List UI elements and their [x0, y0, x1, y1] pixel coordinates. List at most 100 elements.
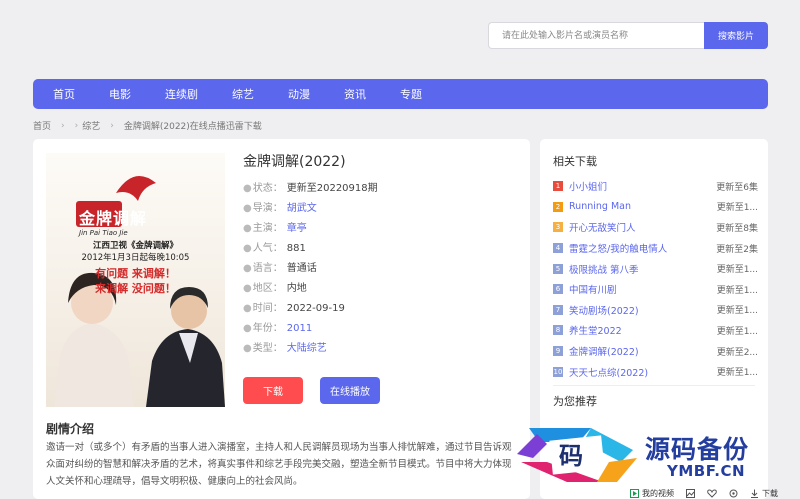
watermark-title: 源码备份: [645, 435, 750, 464]
info-row-year: ●年份： 2011: [243, 323, 313, 334]
director-link[interactable]: 胡武文: [287, 203, 317, 214]
list-item[interactable]: 8 养生堂2022 更新至1...: [553, 320, 758, 341]
rank-number-badge: 6: [553, 284, 563, 295]
watermark: 码 源码备份 YMBF.CN: [517, 422, 790, 486]
list-item-title[interactable]: 金牌调解(2022): [569, 344, 717, 358]
rank-number-badge: 2: [553, 201, 563, 212]
poster-slogan1: 有问题 来调解！: [95, 267, 176, 280]
rank-number-badge: 9: [553, 346, 563, 357]
list-item-status: 更新至2集: [716, 244, 758, 255]
download-button[interactable]: 下载: [243, 377, 303, 404]
list-item[interactable]: 6 中国有川剧 更新至1...: [553, 279, 758, 300]
list-item-status: 更新至1...: [716, 265, 758, 276]
list-item-status: 更新至2...: [716, 347, 758, 358]
image-icon[interactable]: [686, 489, 695, 498]
info-row-popularity: ●人气： 881: [243, 243, 306, 254]
list-item-title[interactable]: 养生堂2022: [569, 323, 717, 337]
intro-heading: 剧情介绍: [46, 422, 95, 436]
list-item-status: 更新至1...: [716, 203, 758, 214]
page-title: 金牌调解(2022): [243, 154, 346, 170]
detail-info: 金牌调解(2022) ●状态： 更新至20220918期 ●导演： 胡武文 ●主演：…: [243, 151, 378, 359]
list-item-status: 更新至1...: [716, 285, 758, 296]
rank-number-badge: 4: [553, 243, 563, 254]
list-item[interactable]: 1 小小姐们 更新至6集: [553, 176, 758, 197]
bottom-download-button[interactable]: 下载: [750, 488, 778, 499]
rank-number-badge: 7: [553, 304, 563, 315]
list-item-status: 更新至6集: [716, 182, 758, 193]
cast-link[interactable]: 章亭: [287, 223, 307, 234]
nav-item-variety[interactable]: 综艺: [232, 86, 254, 102]
rank-number-badge: 8: [553, 325, 563, 336]
video-play-icon: [630, 489, 639, 498]
info-row-cast: ●主演： 章亭: [243, 223, 307, 234]
related-list: 1 小小姐们 更新至6集 2 Running Man 更新至1... 3 开心无敌笑门人 更新至…: [553, 176, 758, 382]
nav-item-topics[interactable]: 专题: [400, 86, 422, 102]
list-item-title[interactable]: 天天七点综(2022): [569, 365, 717, 379]
download-icon: [751, 489, 758, 498]
info-row-language: ●语言： 普通话: [243, 263, 317, 274]
poster-image[interactable]: 金牌调解 Jin Pai Tiao Jie 江西卫视《金牌调解》 2012年1月…: [46, 153, 225, 407]
rank-number-badge: 5: [553, 263, 563, 274]
nav-item-series[interactable]: 连续剧: [165, 86, 198, 102]
intro-text: 邀请一对（或多个）有矛盾的当事人进入演播室，主持人和人民调解员现场为当事人排忧解…: [46, 442, 512, 487]
list-item[interactable]: 2 Running Man 更新至1...: [553, 197, 758, 218]
year-link[interactable]: 2011: [287, 323, 312, 334]
poster-slogan2: 来调解 没问题！: [95, 282, 176, 295]
nav-item-movies[interactable]: 电影: [109, 86, 131, 102]
heart-icon[interactable]: [707, 489, 717, 498]
chevron-right-icon: ›: [74, 120, 79, 131]
nav-item-home[interactable]: 首页: [53, 86, 75, 102]
watermark-domain: YMBF.CN: [667, 462, 746, 480]
list-item-status: 更新至8集: [716, 223, 758, 234]
rank-number-badge: 10: [553, 366, 563, 377]
breadcrumb: 首页 › › 综艺 › 金牌调解(2022)在线点播迅雷下载: [33, 119, 262, 133]
list-item-title[interactable]: 极限挑战 第八季: [569, 262, 717, 276]
list-item[interactable]: 7 笑动剧场(2022) 更新至1...: [553, 300, 758, 321]
info-row-status: ●状态： 更新至20220918期: [243, 183, 378, 194]
breadcrumb-current: 金牌调解(2022)在线点播迅雷下载: [123, 122, 262, 132]
nav-item-news[interactable]: 资讯: [344, 86, 366, 102]
list-item[interactable]: 3 开心无敌笑门人 更新至8集: [553, 217, 758, 238]
list-item-title[interactable]: 中国有川剧: [569, 282, 717, 296]
bottom-toolbar: 我的视频 下载: [630, 488, 800, 499]
nav-item-anime[interactable]: 动漫: [288, 86, 310, 102]
poster-line1: 江西卫视《金牌调解》: [92, 241, 178, 251]
search-input[interactable]: [488, 22, 704, 49]
list-item-status: 更新至1...: [716, 368, 758, 379]
rank-number-badge: 3: [553, 222, 563, 233]
divider: [553, 385, 755, 386]
detail-card: 金牌调解 Jin Pai Tiao Jie 江西卫视《金牌调解》 2012年1月…: [33, 139, 530, 499]
info-row-type: ●类型： 大陆综艺: [243, 343, 327, 354]
list-item[interactable]: 9 金牌调解(2022) 更新至2...: [553, 341, 758, 362]
related-heading: 相关下载: [553, 155, 597, 168]
type-link[interactable]: 大陆综艺: [287, 343, 327, 354]
list-item-status: 更新至1...: [716, 306, 758, 317]
info-row-director: ●导演： 胡武文: [243, 203, 317, 214]
rank-number-badge: 1: [553, 181, 563, 192]
list-item-title[interactable]: 雷霆之怒/我的触电情人: [569, 241, 716, 255]
list-item-status: 更新至1...: [716, 326, 758, 337]
poster-brand: 金牌调解: [79, 209, 148, 228]
recommend-heading: 为您推荐: [553, 395, 597, 408]
list-item-title[interactable]: 开心无敌笑门人: [569, 220, 716, 234]
play-online-button[interactable]: 在线播放: [320, 377, 380, 404]
settings-icon[interactable]: [729, 489, 738, 498]
list-item[interactable]: 5 极限挑战 第八季 更新至1...: [553, 258, 758, 279]
chevron-right-icon: ›: [110, 120, 114, 131]
chevron-right-icon: ›: [61, 120, 65, 131]
info-row-region: ●地区： 内地: [243, 283, 307, 294]
list-item[interactable]: 4 雷霆之怒/我的触电情人 更新至2集: [553, 238, 758, 259]
breadcrumb-home[interactable]: 首页: [33, 119, 51, 132]
main-nav: 首页 电影 连续剧 综艺 动漫 资讯 专题: [33, 79, 768, 109]
breadcrumb-category[interactable]: 综艺: [82, 119, 100, 132]
search-button[interactable]: 搜索影片: [704, 22, 768, 49]
info-row-time: ●时间： 2022-09-19: [243, 303, 345, 314]
watermark-glyph: 码: [559, 442, 583, 470]
list-item-title[interactable]: Running Man: [569, 201, 717, 212]
list-item[interactable]: 10 天天七点综(2022) 更新至1...: [553, 361, 758, 382]
poster-line2: 2012年1月3日起每晚10:05: [81, 253, 190, 263]
list-item-title[interactable]: 笑动剧场(2022): [569, 303, 717, 317]
list-item-title[interactable]: 小小姐们: [569, 179, 716, 193]
search-bar: 搜索影片: [488, 22, 768, 49]
my-video-button[interactable]: 我的视频: [630, 488, 674, 499]
